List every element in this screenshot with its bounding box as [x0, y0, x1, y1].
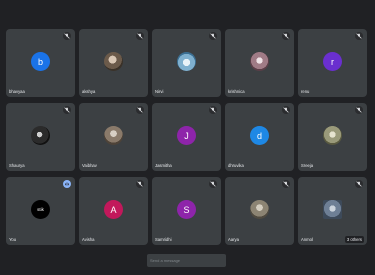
avatar-photo [250, 200, 269, 219]
avatar-photo [250, 52, 269, 71]
participant-name: Vaibhav [82, 163, 97, 168]
avatar: S [177, 200, 196, 219]
mic-off-icon [355, 106, 363, 114]
mic-off-icon [355, 32, 363, 40]
avatar-photo [104, 52, 123, 71]
participant-name: Shaurya [9, 163, 25, 168]
participant-tile[interactable]: Nirvi [152, 29, 221, 97]
participant-tile[interactable]: Shaurya [6, 103, 75, 171]
participant-tile[interactable]: akshya [79, 29, 148, 97]
participant-name: krishnica [228, 89, 245, 94]
participant-name: Nirvi [155, 89, 164, 94]
participant-tile[interactable]: krishnica [225, 29, 294, 97]
avatar-photo [177, 52, 196, 71]
participant-tile[interactable]: r renu [298, 29, 367, 97]
participant-name: Jasmitha [155, 163, 172, 168]
mic-off-icon [63, 32, 71, 40]
avatar: b [31, 52, 50, 71]
meeting-grid: b bhavyaa akshya Nirvi krishnica r renu … [0, 0, 375, 275]
participant-tile[interactable]: Sreeja [298, 103, 367, 171]
mic-off-icon [209, 32, 217, 40]
mic-off-icon [209, 180, 217, 188]
participant-name: Aarya [228, 237, 239, 242]
mic-off-icon [282, 106, 290, 114]
avatar-photo [31, 126, 50, 145]
mic-off-icon [136, 32, 144, 40]
avatar: d [250, 126, 269, 145]
participant-name: Sreeja [301, 163, 314, 168]
participant-name: Samridhi [155, 237, 172, 242]
participant-tile[interactable]: J Jasmitha [152, 103, 221, 171]
participant-name: Avisha [82, 237, 95, 242]
mic-off-icon [63, 106, 71, 114]
mic-off-icon [282, 32, 290, 40]
mic-off-icon [136, 180, 144, 188]
participant-name: You [9, 237, 17, 242]
avatar-photo [323, 126, 342, 145]
participant-tile-self[interactable]: stik You [6, 177, 75, 245]
avatar-photo [323, 200, 342, 219]
participant-tile[interactable]: A Avisha [79, 177, 148, 245]
send-message-input[interactable]: Send a message [147, 254, 226, 267]
mic-off-icon [136, 106, 144, 114]
participant-tile[interactable]: S Samridhi [152, 177, 221, 245]
avatar: J [177, 126, 196, 145]
participant-name: renu [301, 89, 310, 94]
mic-off-icon [209, 106, 217, 114]
participant-tile[interactable]: b bhavyaa [6, 29, 75, 97]
participant-tile[interactable]: Aarya [225, 177, 294, 245]
participant-tile[interactable]: Vaibhav [79, 103, 148, 171]
mic-off-icon [355, 180, 363, 188]
avatar: stik [31, 200, 50, 219]
participant-name: dhruvika [228, 163, 244, 168]
avatar-photo [104, 126, 123, 145]
mic-off-icon [282, 180, 290, 188]
participant-name: bhavyaa [9, 89, 25, 94]
participant-tile-overflow[interactable]: Anmol 3 others [298, 177, 367, 245]
others-count-badge[interactable]: 3 others [344, 236, 364, 243]
speaking-icon [63, 180, 71, 188]
participant-name: akshya [82, 89, 96, 94]
participant-tile[interactable]: d dhruvika [225, 103, 294, 171]
participant-name: Anmol [301, 237, 313, 242]
avatar: A [104, 200, 123, 219]
avatar: r [323, 52, 342, 71]
